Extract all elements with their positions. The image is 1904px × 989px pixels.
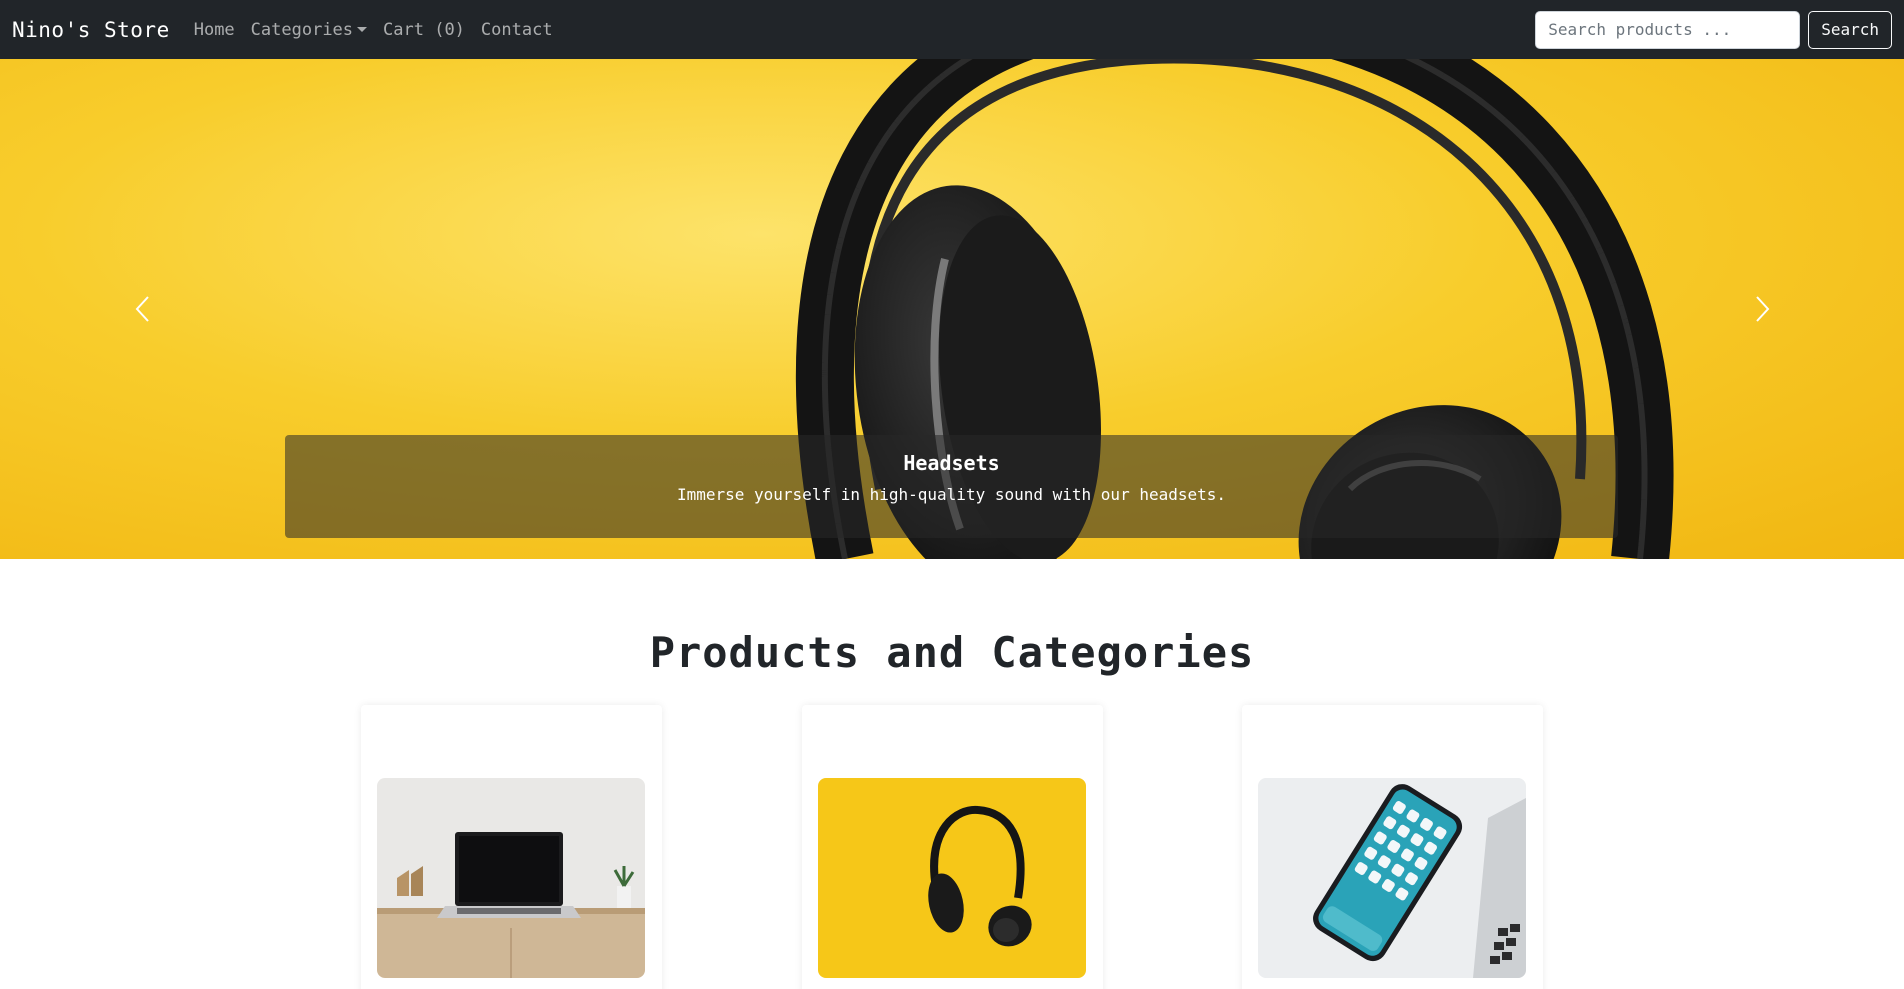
product-card-laptop[interactable] [361,705,662,989]
carousel-prev-button[interactable] [0,59,285,559]
product-card-smartphone[interactable] [1242,705,1543,989]
section-title: Products and Categories [649,628,1255,677]
brand-logo[interactable]: Nino's Store [12,18,170,42]
laptop-image [377,778,645,978]
chevron-left-icon [135,296,149,322]
nav-cart-link[interactable]: Cart (0) [383,20,465,40]
headphones-image [818,778,1086,978]
caption-text: Immerse yourself in high-quality sound w… [676,485,1227,504]
product-cards [361,705,1544,989]
nav-categories-label: Categories [250,19,354,40]
nav-home-link[interactable]: Home [194,20,235,40]
search-button[interactable]: Search [1808,10,1892,49]
hero-carousel: Headsets Immerse yourself in high-qualit… [0,59,1904,559]
nav-links: Home Categories Cart (0) Contact [194,20,553,40]
chevron-right-icon [1755,296,1769,322]
caret-down-icon [357,27,368,32]
smartphone-image [1258,778,1526,978]
top-navbar: Nino's Store Home Categories Cart (0) Co… [0,0,1904,59]
carousel-caption: Headsets Immerse yourself in high-qualit… [285,435,1618,538]
search-form: Search [1535,10,1892,49]
nav-categories-dropdown[interactable]: Categories [250,19,368,40]
product-card-headphones[interactable] [802,705,1103,989]
nav-contact-link[interactable]: Contact [481,20,553,40]
search-input[interactable] [1535,10,1801,49]
carousel-next-button[interactable] [1619,59,1904,559]
caption-title: Headsets [903,451,1000,475]
